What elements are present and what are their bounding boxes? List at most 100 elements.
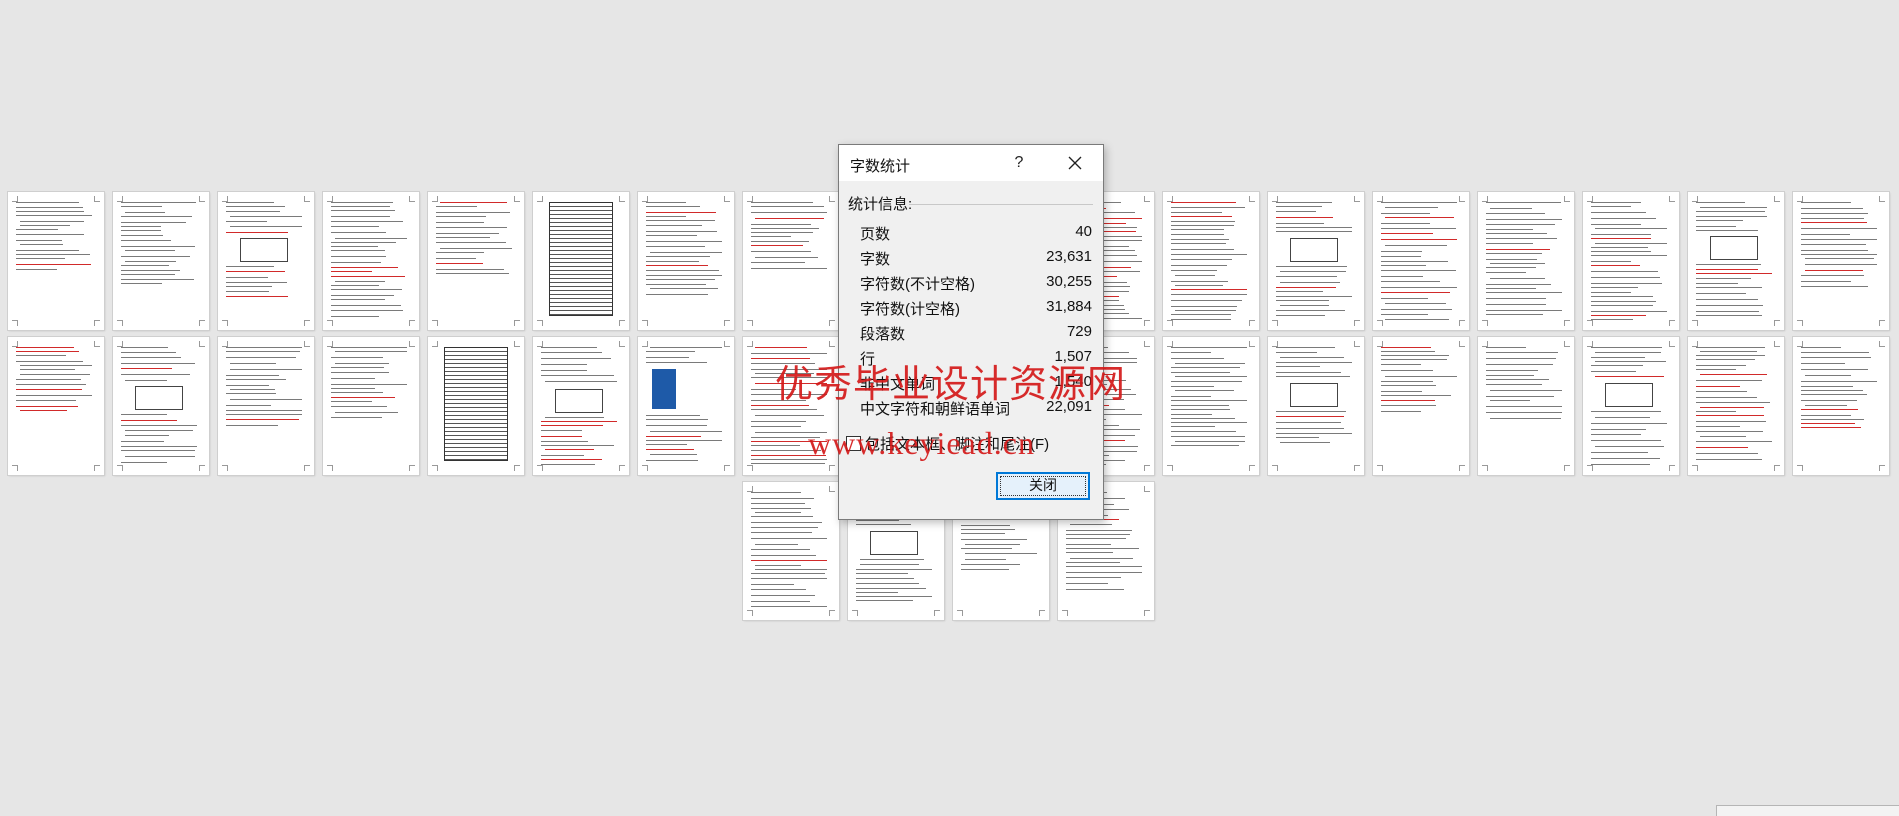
stat-label: 页数 <box>860 226 891 243</box>
page-corner-mark <box>1669 465 1675 471</box>
text-line <box>20 410 67 411</box>
page-thumbnail[interactable] <box>113 192 209 330</box>
page-thumbnail[interactable] <box>428 192 524 330</box>
page-thumbnail[interactable] <box>113 337 209 475</box>
text-line <box>331 299 385 300</box>
page-corner-mark <box>409 465 415 471</box>
page-thumbnail[interactable] <box>1268 192 1364 330</box>
text-line <box>1801 415 1851 416</box>
text-line <box>331 372 389 373</box>
text-line <box>1381 370 1433 371</box>
page-thumbnail[interactable] <box>1373 192 1469 330</box>
text-line <box>1381 347 1431 348</box>
text-line <box>121 256 190 257</box>
page-thumbnail[interactable] <box>323 192 419 330</box>
help-button[interactable]: ? <box>1007 151 1031 175</box>
text-line <box>1381 359 1447 360</box>
text-line <box>226 393 276 394</box>
text-line <box>1066 544 1111 545</box>
text-line <box>121 246 195 247</box>
page-thumbnail[interactable] <box>638 337 734 475</box>
text-line <box>1591 423 1667 424</box>
page-thumbnail[interactable] <box>1163 337 1259 475</box>
text-line <box>1171 300 1242 301</box>
text-line <box>1486 238 1557 239</box>
page-thumbnail[interactable] <box>638 192 734 330</box>
page-thumbnail[interactable] <box>1688 192 1784 330</box>
text-line <box>1381 351 1435 352</box>
text-line <box>1801 390 1863 391</box>
stat-label: 段落数 <box>860 326 906 343</box>
page-corner-mark <box>1797 465 1803 471</box>
text-line <box>121 226 161 227</box>
text-line <box>1385 217 1454 218</box>
page-corner-mark <box>514 465 520 471</box>
stat-row-pages: 页数 40 <box>860 223 1092 245</box>
text-line <box>1171 400 1247 401</box>
text-line <box>331 295 394 296</box>
close-button[interactable]: 关闭 <box>996 472 1090 500</box>
text-line <box>1801 254 1877 255</box>
text-line <box>961 569 1009 570</box>
text-line <box>331 276 405 277</box>
text-line <box>1591 218 1656 219</box>
text-line <box>1486 253 1542 254</box>
text-line <box>541 436 582 437</box>
page-thumbnail[interactable] <box>218 337 314 475</box>
text-line <box>650 347 722 348</box>
page-corner-mark <box>1669 320 1675 326</box>
text-line <box>1591 411 1661 412</box>
page-thumbnail[interactable] <box>1688 337 1784 475</box>
page-corner-mark <box>537 320 543 326</box>
text-line <box>1696 299 1758 300</box>
page-thumbnail[interactable] <box>1793 337 1889 475</box>
page-thumbnail[interactable] <box>1478 192 1574 330</box>
text-line <box>1171 409 1230 410</box>
text-line <box>1381 405 1436 406</box>
text-line <box>1696 278 1751 279</box>
page-thumbnail[interactable] <box>533 337 629 475</box>
text-line <box>125 380 167 381</box>
text-line <box>646 279 715 280</box>
page-thumbnail[interactable] <box>1583 337 1679 475</box>
text-line <box>331 232 386 233</box>
text-line <box>331 367 384 368</box>
text-line <box>1486 358 1556 359</box>
text-line <box>1696 305 1763 306</box>
text-line <box>1070 524 1112 525</box>
text-line <box>1696 216 1767 217</box>
page-thumbnail[interactable] <box>8 337 104 475</box>
page-corner-mark <box>747 610 753 616</box>
page-thumbnail[interactable] <box>743 192 839 330</box>
page-thumbnail[interactable] <box>1163 192 1259 330</box>
text-line <box>1171 239 1229 240</box>
text-line <box>125 435 169 436</box>
text-line <box>1591 224 1641 225</box>
page-thumbnail[interactable] <box>533 192 629 330</box>
text-line <box>1381 202 1457 203</box>
dialog-titlebar[interactable]: 字数统计 ? <box>839 145 1103 181</box>
page-corner-mark <box>117 320 123 326</box>
page-thumbnail[interactable] <box>218 192 314 330</box>
text-line <box>1381 251 1422 252</box>
text-line <box>646 444 687 445</box>
page-thumbnail[interactable] <box>428 337 524 475</box>
page-thumbnail[interactable] <box>1373 337 1469 475</box>
text-line <box>1276 310 1345 311</box>
page-thumbnail[interactable] <box>1583 192 1679 330</box>
dialog-title: 字数统计 <box>850 158 911 175</box>
page-corner-mark <box>642 320 648 326</box>
text-line <box>1801 281 1851 282</box>
page-thumbnail[interactable] <box>8 192 104 330</box>
page-thumbnail[interactable] <box>1793 192 1889 330</box>
page-thumbnail[interactable] <box>1268 337 1364 475</box>
page-thumbnail[interactable] <box>323 337 419 475</box>
page-thumbnail[interactable] <box>1478 337 1574 475</box>
text-line <box>541 430 582 431</box>
text-line <box>1591 251 1651 252</box>
text-line <box>16 215 92 216</box>
page-corner-mark <box>199 320 205 326</box>
close-icon[interactable] <box>1061 151 1089 175</box>
page-thumbnail[interactable] <box>743 482 839 620</box>
page-corner-mark <box>514 320 520 326</box>
